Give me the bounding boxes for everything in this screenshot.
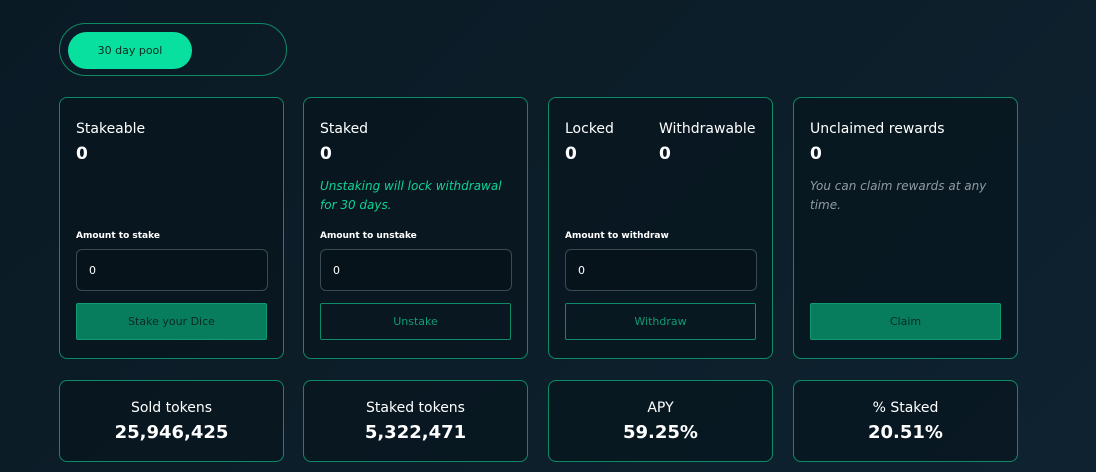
unclaimed-rewards-label: Unclaimed rewards bbox=[810, 121, 945, 137]
stat-value: 59.25% bbox=[623, 422, 698, 443]
stat-staked-tokens: Staked tokens 5,322,471 bbox=[303, 380, 528, 462]
stake-button[interactable]: Stake your Dice bbox=[76, 303, 267, 340]
unstake-card: Staked 0 Unstaking will lock withdrawal … bbox=[303, 97, 528, 359]
stat-sold-tokens: Sold tokens 25,946,425 bbox=[59, 380, 284, 462]
pool-toggle: 30 day pool bbox=[59, 23, 287, 76]
amount-to-withdraw-input[interactable] bbox=[565, 249, 757, 291]
withdraw-button[interactable]: Withdraw bbox=[565, 303, 756, 340]
amount-to-stake-input[interactable] bbox=[76, 249, 268, 291]
stat-value: 20.51% bbox=[868, 422, 943, 443]
stat-percent-staked: % Staked 20.51% bbox=[793, 380, 1018, 462]
locked-value: 0 bbox=[565, 144, 577, 164]
pool-option-30-day[interactable]: 30 day pool bbox=[68, 32, 192, 69]
withdrawable-label: Withdrawable bbox=[659, 121, 756, 137]
locked-label: Locked bbox=[565, 121, 614, 137]
amount-to-withdraw-label: Amount to withdraw bbox=[565, 231, 669, 241]
claim-rewards-note: You can claim rewards at any time. bbox=[810, 179, 987, 212]
stat-value: 5,322,471 bbox=[364, 422, 467, 443]
unstake-button[interactable]: Unstake bbox=[320, 303, 511, 340]
staked-value: 0 bbox=[320, 144, 332, 164]
withdraw-card: Locked 0 Withdrawable 0 Amount to withdr… bbox=[548, 97, 773, 359]
stat-label: APY bbox=[647, 400, 674, 416]
unstake-lock-note: Unstaking will lock withdrawal for 30 da… bbox=[320, 179, 502, 212]
amount-to-stake-label: Amount to stake bbox=[76, 231, 160, 241]
stat-label: Staked tokens bbox=[366, 400, 465, 416]
stakeable-label: Stakeable bbox=[76, 121, 146, 137]
stat-apy: APY 59.25% bbox=[548, 380, 773, 462]
withdrawable-value: 0 bbox=[659, 144, 671, 164]
claim-button[interactable]: Claim bbox=[810, 303, 1001, 340]
stake-card: Stakeable 0 Amount to stake Stake your D… bbox=[59, 97, 284, 359]
stat-label: Sold tokens bbox=[130, 400, 213, 416]
amount-to-unstake-input[interactable] bbox=[320, 249, 512, 291]
unclaimed-rewards-value: 0 bbox=[810, 144, 822, 164]
stat-value: 25,946,425 bbox=[114, 422, 229, 443]
amount-to-unstake-label: Amount to unstake bbox=[320, 231, 417, 241]
staked-label: Staked bbox=[320, 121, 369, 137]
stat-label: % Staked bbox=[872, 400, 939, 416]
rewards-card: Unclaimed rewards 0 You can claim reward… bbox=[793, 97, 1018, 359]
stakeable-value: 0 bbox=[76, 144, 88, 164]
